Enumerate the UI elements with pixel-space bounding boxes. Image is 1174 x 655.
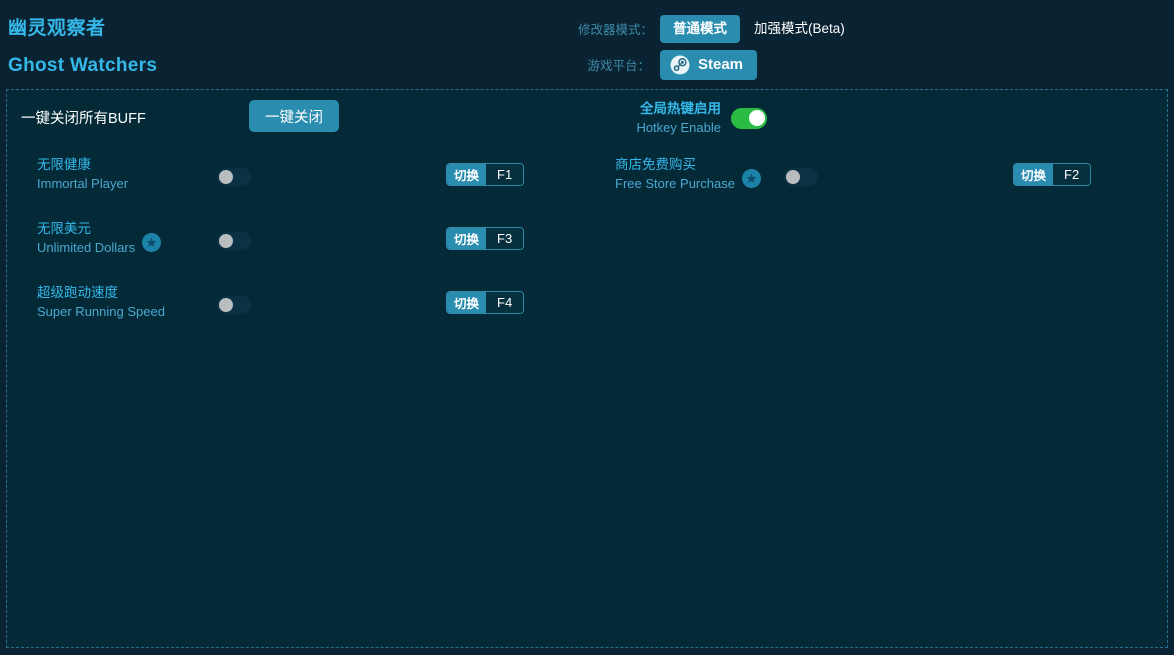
cheat-toggle-wrap [217, 232, 251, 250]
cheat-name-en: Immortal Player [37, 174, 128, 193]
cheat-name-cn: 商店免费购买 [615, 155, 735, 174]
platform-steam-button[interactable]: Steam [660, 50, 757, 80]
cheat-name-en: Super Running Speed [37, 302, 165, 321]
hotkey-enable-group: 全局热键启用 Hotkey Enable [599, 99, 767, 137]
cheat-name-en: Free Store Purchase [615, 174, 735, 193]
header: 幽灵观察者 Ghost Watchers 修改器模式： 普通模式 加强模式(Be… [0, 0, 1174, 90]
steam-icon [670, 55, 690, 75]
cheat-toggle-wrap [217, 296, 251, 314]
close-all-buffs-label: 一键关闭所有BUFF [21, 107, 146, 128]
cheats-panel: 一键关闭所有BUFF 一键关闭 全局热键启用 Hotkey Enable 无 [6, 89, 1168, 648]
cheat-name-group: 无限美元 Unlimited Dollars [37, 219, 161, 257]
cheat-row: 无限健康 Immortal Player 切换 F1 [21, 146, 581, 210]
hotkey-action-label: 切换 [447, 164, 486, 185]
cheat-name-group: 商店免费购买 Free Store Purchase [615, 155, 761, 193]
hotkey-enable-label-en: Hotkey Enable [599, 118, 721, 137]
title-block: 幽灵观察者 Ghost Watchers [8, 16, 157, 80]
toggle-knob [749, 110, 765, 126]
cheat-hotkey-button[interactable]: 切换 F1 [446, 163, 524, 186]
mode-normal-button[interactable]: 普通模式 [660, 15, 740, 43]
page-title-cn: 幽灵观察者 [8, 16, 157, 42]
star-icon [142, 233, 161, 252]
cheat-name-group: 超级跑动速度 Super Running Speed [37, 283, 165, 321]
hotkey-action-label: 切换 [1014, 164, 1053, 185]
cheat-name-stack: 无限健康 Immortal Player [37, 155, 128, 193]
cheat-toggle[interactable] [784, 168, 818, 186]
cheat-toggle[interactable] [217, 296, 251, 314]
close-all-buffs-button[interactable]: 一键关闭 [249, 100, 339, 132]
cheat-toggle[interactable] [217, 168, 251, 186]
cheat-toggle-wrap [217, 168, 251, 186]
cheat-row: 无限美元 Unlimited Dollars 切换 [21, 210, 581, 274]
hotkey-enable-text: 全局热键启用 Hotkey Enable [599, 99, 731, 137]
cheat-name-group: 无限健康 Immortal Player [37, 155, 128, 193]
page-title-en: Ghost Watchers [8, 52, 157, 80]
cheat-hotkey-button[interactable]: 切换 F4 [446, 291, 524, 314]
cheat-name-cn: 无限美元 [37, 219, 135, 238]
hotkey-enable-label-cn: 全局热键启用 [599, 99, 721, 118]
cheat-row: 商店免费购买 Free Store Purchase 切换 [599, 146, 1159, 210]
hotkey-action-label: 切换 [447, 292, 486, 313]
cheat-row: 超级跑动速度 Super Running Speed 切换 F4 [21, 274, 581, 338]
hotkey-key-label: F3 [486, 228, 523, 249]
cheat-toggle-wrap [784, 168, 818, 186]
cheat-toggle[interactable] [217, 232, 251, 250]
cheat-hotkey-button[interactable]: 切换 F3 [446, 227, 524, 250]
hotkey-enable-toggle[interactable] [731, 108, 767, 129]
hotkey-action-label: 切换 [447, 228, 486, 249]
toggle-knob [786, 170, 800, 184]
hotkey-key-label: F2 [1053, 164, 1090, 185]
mode-label: 修改器模式： [578, 19, 650, 38]
cheat-name-en: Unlimited Dollars [37, 238, 135, 257]
trainer-window: 幽灵观察者 Ghost Watchers 修改器模式： 普通模式 加强模式(Be… [0, 0, 1174, 655]
platform-label: 游戏平台： [578, 55, 650, 74]
mode-row: 修改器模式： 普通模式 加强模式(Beta) [578, 13, 855, 44]
toggle-knob [219, 234, 233, 248]
buff-row: 一键关闭所有BUFF 一键关闭 全局热键启用 Hotkey Enable [7, 90, 1167, 146]
cheat-name-cn: 无限健康 [37, 155, 128, 174]
cheat-name-cn: 超级跑动速度 [37, 283, 165, 302]
cheat-name-stack: 商店免费购买 Free Store Purchase [615, 155, 735, 193]
mode-enhanced-button[interactable]: 加强模式(Beta) [744, 15, 855, 43]
cheat-name-stack: 超级跑动速度 Super Running Speed [37, 283, 165, 321]
cheat-name-stack: 无限美元 Unlimited Dollars [37, 219, 135, 257]
header-controls: 修改器模式： 普通模式 加强模式(Beta) 游戏平台： [578, 13, 855, 85]
toggle-knob [219, 298, 233, 312]
platform-row: 游戏平台： Steam [578, 49, 855, 80]
hotkey-key-label: F4 [486, 292, 523, 313]
hotkey-key-label: F1 [486, 164, 523, 185]
cheat-hotkey-button[interactable]: 切换 F2 [1013, 163, 1091, 186]
toggle-knob [219, 170, 233, 184]
star-icon [742, 169, 761, 188]
platform-steam-label: Steam [698, 56, 743, 73]
